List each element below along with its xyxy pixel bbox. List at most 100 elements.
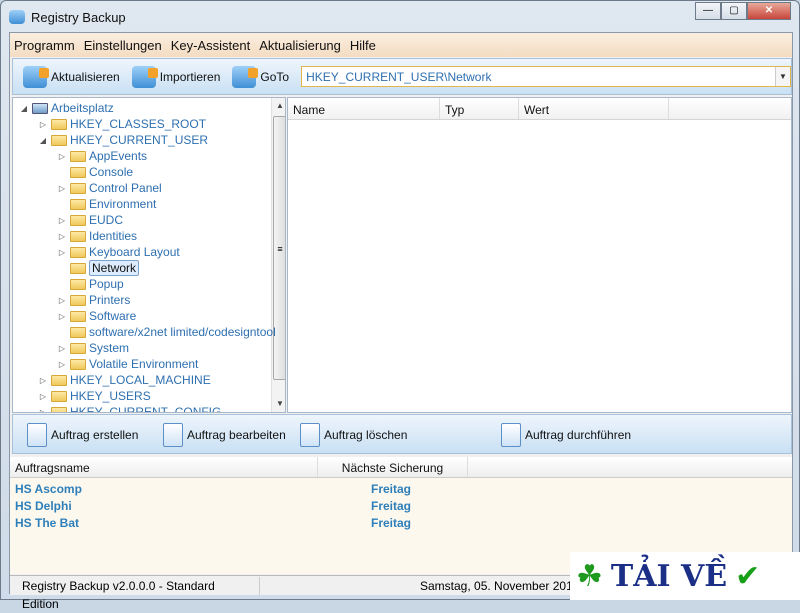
document-gear-icon (501, 423, 521, 447)
expander-icon[interactable]: ◢ (38, 136, 48, 145)
goto-arrow-icon (232, 65, 259, 88)
column-auftragsname[interactable]: Auftragsname (10, 457, 318, 477)
job-name[interactable]: HS Ascomp (15, 482, 82, 496)
job-name[interactable]: HS The Bat (15, 516, 79, 530)
scroll-up-icon[interactable]: ▲ (272, 98, 285, 114)
tree-node[interactable]: ▷ Control Panel (57, 180, 162, 196)
tree-node[interactable]: ▷ HKEY_CLASSES_ROOT (38, 116, 206, 132)
menu-hilfe[interactable]: Hilfe (350, 38, 376, 53)
tree-node[interactable]: ▷ EUDC (57, 212, 123, 228)
clover-icon: ☘ (576, 559, 603, 593)
folder-icon (70, 310, 86, 322)
folder-icon (70, 358, 86, 370)
job-name[interactable]: HS Delphi (15, 499, 72, 513)
tree-scrollbar[interactable]: ▲ ≡ ▼ (271, 98, 285, 412)
tree-node[interactable]: Popup (57, 276, 124, 292)
tree-node-label: Volatile Environment (89, 357, 199, 371)
expander-icon[interactable]: ▷ (38, 376, 48, 385)
app-window: Registry Backup — ▢ ✕ Programm Einstellu… (0, 0, 800, 611)
folder-icon (70, 182, 86, 194)
scroll-down-icon[interactable]: ▼ (272, 396, 285, 412)
menu-key-assistent[interactable]: Key-Assistent (171, 38, 250, 53)
folder-icon (51, 134, 67, 146)
title-bar: Registry Backup (9, 7, 126, 27)
tree-node[interactable]: ◢ HKEY_CURRENT_USER (38, 132, 208, 148)
tree-node-label: Identities (89, 229, 138, 243)
expander-icon[interactable]: ▷ (38, 408, 48, 413)
menu-einstellungen[interactable]: Einstellungen (84, 38, 162, 53)
main-toolbar: Aktualisieren Importieren GoTo HKEY_CURR… (12, 58, 792, 95)
goto-label: GoTo (260, 69, 290, 84)
tree-node-label: HKEY_CLASSES_ROOT (70, 117, 207, 131)
scroll-thumb[interactable]: ≡ (273, 116, 285, 380)
goto-button[interactable]: GoTo (232, 65, 290, 88)
tree-node[interactable]: Environment (57, 196, 156, 212)
expander-icon[interactable]: ▷ (57, 152, 67, 161)
computer-icon (32, 102, 48, 114)
tree-node-label: HKEY_LOCAL_MACHINE (70, 373, 211, 387)
expander-icon[interactable]: ▷ (57, 216, 67, 225)
folder-icon (70, 278, 86, 290)
column-typ[interactable]: Typ (440, 98, 519, 119)
delete-job-button[interactable]: Auftrag löschen (300, 423, 407, 447)
expander-icon[interactable]: ▷ (38, 392, 48, 401)
folder-icon (70, 198, 86, 210)
watermark-logo: ☘ TẢI VỀ ✔ (570, 552, 800, 600)
folder-icon (70, 246, 86, 258)
tree-node-label: Console (89, 165, 134, 179)
tree-node[interactable]: Console (57, 164, 133, 180)
minimize-button[interactable]: — (695, 2, 721, 20)
tree-node[interactable]: ▷ Volatile Environment (57, 356, 198, 372)
tree-node[interactable]: ▷ Printers (57, 292, 130, 308)
tree-node[interactable]: ▷ Keyboard Layout (57, 244, 180, 260)
column-wert[interactable]: Wert (519, 98, 669, 119)
tree-node-label: AppEvents (89, 149, 148, 163)
folder-icon (51, 390, 67, 402)
tree-node[interactable]: software/x2net limited/codesigntool (57, 324, 276, 340)
tree-node[interactable]: ▷ Software (57, 308, 136, 324)
folder-icon (70, 230, 86, 242)
window-title: Registry Backup (31, 9, 126, 25)
tree-node[interactable]: ▷ AppEvents (57, 148, 147, 164)
registry-path-combobox[interactable]: HKEY_CURRENT_USER\Network ▼ (301, 66, 791, 87)
tree-node[interactable]: ▷ Identities (57, 228, 137, 244)
app-icon (9, 10, 25, 24)
tree-node[interactable]: Network (57, 260, 140, 276)
folder-icon (51, 406, 67, 412)
maximize-button[interactable]: ▢ (721, 2, 747, 20)
folder-icon (70, 326, 86, 338)
refresh-button[interactable]: Aktualisieren (23, 65, 120, 88)
expander-icon[interactable]: ◢ (19, 104, 29, 113)
create-job-button[interactable]: Auftrag erstellen (27, 423, 138, 447)
close-button[interactable]: ✕ (747, 2, 791, 20)
tree-node[interactable]: ◢ Arbeitsplatz (19, 100, 114, 116)
expander-icon[interactable]: ▷ (57, 312, 67, 321)
expander-icon[interactable]: ▷ (57, 184, 67, 193)
column-naechste-sicherung[interactable]: Nächste Sicherung (318, 457, 468, 477)
expander-icon[interactable]: ▷ (57, 360, 67, 369)
tree-node[interactable]: ▷ HKEY_USERS (38, 388, 151, 404)
values-list: Name Typ Wert (287, 97, 792, 413)
folder-icon (51, 118, 67, 130)
tree-node[interactable]: ▷ HKEY_LOCAL_MACHINE (38, 372, 211, 388)
run-job-button[interactable]: Auftrag durchführen (501, 423, 631, 447)
tree-node[interactable]: ▷ HKEY_CURRENT_CONFIG (38, 404, 221, 413)
import-button[interactable]: Importieren (131, 65, 220, 88)
edit-job-button[interactable]: Auftrag bearbeiten (163, 423, 286, 447)
expander-icon[interactable]: ▷ (57, 232, 67, 241)
tree-node-label: Network (89, 260, 140, 276)
expander-icon[interactable]: ▷ (57, 344, 67, 353)
expander-icon[interactable]: ▷ (57, 296, 67, 305)
column-name[interactable]: Name (288, 98, 440, 119)
expander-icon[interactable]: ▷ (38, 120, 48, 129)
chevron-down-icon[interactable]: ▼ (775, 67, 790, 86)
menu-bar: Programm Einstellungen Key-Assistent Akt… (10, 33, 792, 57)
menu-aktualisierung[interactable]: Aktualisierung (259, 38, 341, 53)
expander-icon[interactable]: ▷ (57, 248, 67, 257)
job-next-backup: Freitag (371, 499, 412, 513)
tree-node[interactable]: ▷ System (57, 340, 129, 356)
job-next-backup: Freitag (371, 482, 412, 496)
tree-node-label: Environment (89, 197, 157, 211)
menu-programm[interactable]: Programm (14, 38, 75, 53)
delete-job-label: Auftrag löschen (324, 428, 408, 442)
